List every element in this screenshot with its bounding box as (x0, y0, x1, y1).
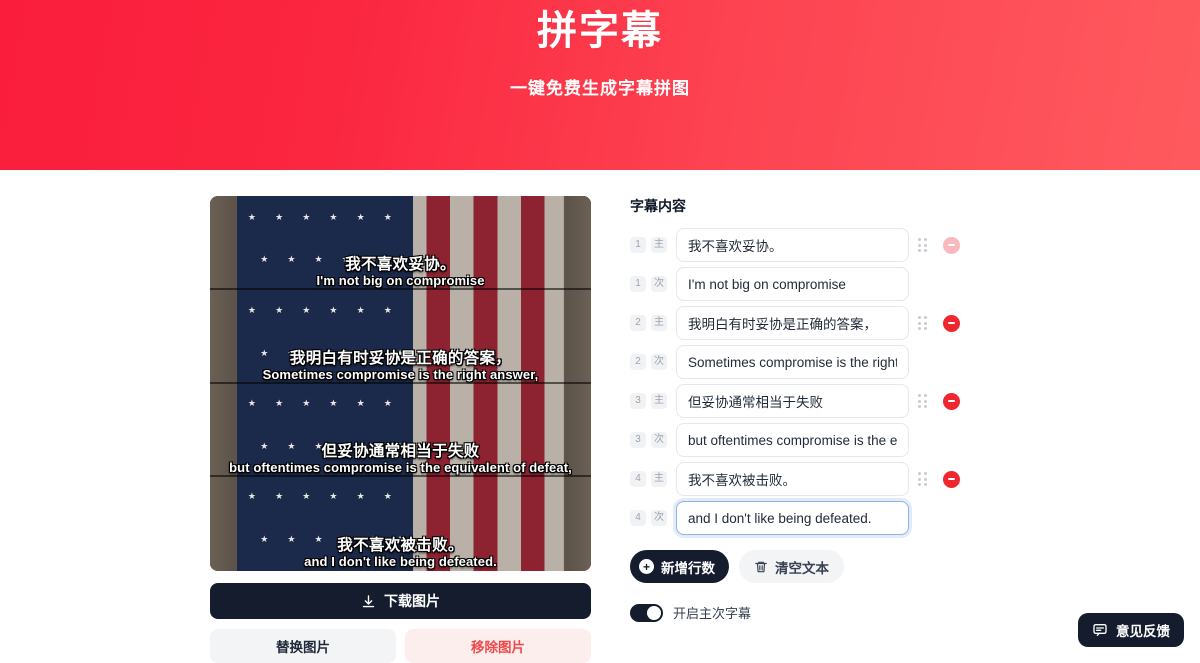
delete-row-button[interactable] (943, 470, 960, 488)
frame-subtitle-main: 但妥协通常相当于失败 (321, 443, 480, 461)
collage-frame: ★★★★★★★★★★★★★★★★★★ (210, 383, 591, 478)
replace-image-button[interactable]: 替换图片 (210, 629, 396, 663)
subtitle-rows: 1 主 1 次 2 主 2 次 (630, 228, 960, 535)
drag-handle-icon[interactable] (918, 316, 931, 330)
remove-image-button[interactable]: 移除图片 (405, 629, 591, 663)
plus-icon: + (639, 559, 654, 574)
row-actions: + 新增行数 清空文本 (630, 550, 960, 583)
row-kind-badge: 次 (651, 276, 667, 292)
dual-subtitle-toggle-label: 开启主次字幕 (673, 606, 752, 621)
delete-row-button[interactable] (943, 392, 960, 410)
subtitle-text-input[interactable] (676, 423, 909, 457)
subtitle-text-input[interactable] (676, 306, 909, 340)
drag-handle-icon[interactable] (918, 238, 931, 252)
collage-frame: ★★★★★★★★★★★★★★★★★★ (210, 289, 591, 384)
page-subtitle: 一键免费生成字幕拼图 (510, 79, 690, 98)
row-kind-badge: 主 (651, 471, 667, 487)
subtitle-panel-title: 字幕内容 (630, 198, 686, 214)
subtitle-row: 3 次 (630, 423, 960, 457)
subtitle-row: 2 主 (630, 306, 960, 340)
dual-subtitle-toggle-row: 开启主次字幕 (630, 603, 960, 622)
feedback-label: 意见反馈 (1116, 624, 1170, 639)
frame-subtitle-main: 我明白有时妥协是正确的答案， (289, 349, 512, 367)
row-index-badge: 3 (630, 432, 646, 448)
row-index-badge: 3 (630, 393, 646, 409)
add-row-button[interactable]: + 新增行数 (630, 550, 729, 583)
frame-subtitle-group: 我不喜欢被击败。 and I don't like being defeated… (210, 537, 591, 569)
frame-subtitle-secondary: but oftentimes compromise is the equival… (229, 460, 572, 476)
trash-icon (754, 560, 768, 574)
row-kind-badge: 次 (651, 432, 667, 448)
frame-subtitle-group: 我不喜欢妥协。 I'm not big on compromise (210, 256, 591, 288)
row-kind-badge: 主 (651, 237, 667, 253)
subtitle-text-input[interactable] (676, 384, 909, 418)
subtitle-row: 1 次 (630, 267, 960, 301)
subtitle-text-input[interactable] (676, 228, 909, 262)
clear-text-label: 清空文本 (775, 560, 829, 576)
frame-subtitle-group: 我明白有时妥协是正确的答案， Sometimes compromise is t… (210, 350, 591, 382)
row-index-badge: 4 (630, 471, 646, 487)
main-content: ★★★★★★★★★★★★★★★★★★ (0, 170, 1200, 663)
subtitle-row: 1 主 (630, 228, 960, 262)
chat-icon (1092, 622, 1108, 638)
feedback-button[interactable]: 意见反馈 (1078, 613, 1184, 647)
row-kind-badge: 次 (651, 354, 667, 370)
frame-subtitle-secondary: and I don't like being defeated. (304, 554, 497, 569)
subtitle-text-input[interactable] (676, 462, 909, 496)
frame-subtitle-main: 我不喜欢妥协。 (345, 255, 456, 273)
subtitle-collage-preview: ★★★★★★★★★★★★★★★★★★ (210, 196, 591, 571)
row-index-badge: 4 (630, 510, 646, 526)
page-title: 拼字幕 (537, 9, 663, 53)
subtitle-text-input[interactable] (676, 345, 909, 379)
subtitle-text-input[interactable] (676, 267, 909, 301)
row-index-badge: 2 (630, 354, 646, 370)
row-index-badge: 1 (630, 276, 646, 292)
row-kind-badge: 主 (651, 315, 667, 331)
delete-row-button[interactable] (943, 314, 960, 332)
row-kind-badge: 主 (651, 393, 667, 409)
subtitle-row: 4 次 (630, 501, 960, 535)
frame-subtitle-main: 我不喜欢被击败。 (337, 537, 464, 554)
image-panel: ★★★★★★★★★★★★★★★★★★ (210, 196, 600, 663)
delete-row-button[interactable] (943, 236, 960, 254)
dual-subtitle-toggle[interactable] (630, 603, 663, 622)
row-index-badge: 2 (630, 315, 646, 331)
frame-subtitle-secondary: Sometimes compromise is the right answer… (262, 366, 539, 382)
subtitle-panel: 字幕内容 1 主 1 次 2 主 (630, 196, 960, 663)
frame-subtitle-secondary: I'm not big on compromise (316, 272, 485, 288)
subtitle-row: 3 主 (630, 384, 960, 418)
row-index-badge: 1 (630, 237, 646, 253)
clear-text-button[interactable]: 清空文本 (739, 550, 844, 583)
subtitle-text-input[interactable] (676, 501, 909, 535)
row-kind-badge: 次 (651, 510, 667, 526)
drag-handle-icon[interactable] (918, 472, 931, 486)
image-secondary-actions: 替换图片 移除图片 (210, 629, 600, 663)
page-header: 拼字幕 一键免费生成字幕拼图 (0, 0, 1200, 170)
download-image-button[interactable]: 下载图片 (210, 583, 591, 619)
download-image-label: 下载图片 (384, 593, 440, 609)
drag-handle-icon[interactable] (918, 394, 931, 408)
subtitle-row: 2 次 (630, 345, 960, 379)
frame-subtitle-group: 但妥协通常相当于失败 but oftentimes compromise is … (210, 443, 591, 475)
subtitle-row: 4 主 (630, 462, 960, 496)
download-icon (361, 594, 376, 609)
add-row-label: 新增行数 (661, 560, 715, 576)
collage-frame: ★★★★★★★★★★★★★★★★★★ (210, 196, 591, 290)
collage-frame: ★★★★★★★★★★★★★★★★★★ (210, 477, 591, 571)
